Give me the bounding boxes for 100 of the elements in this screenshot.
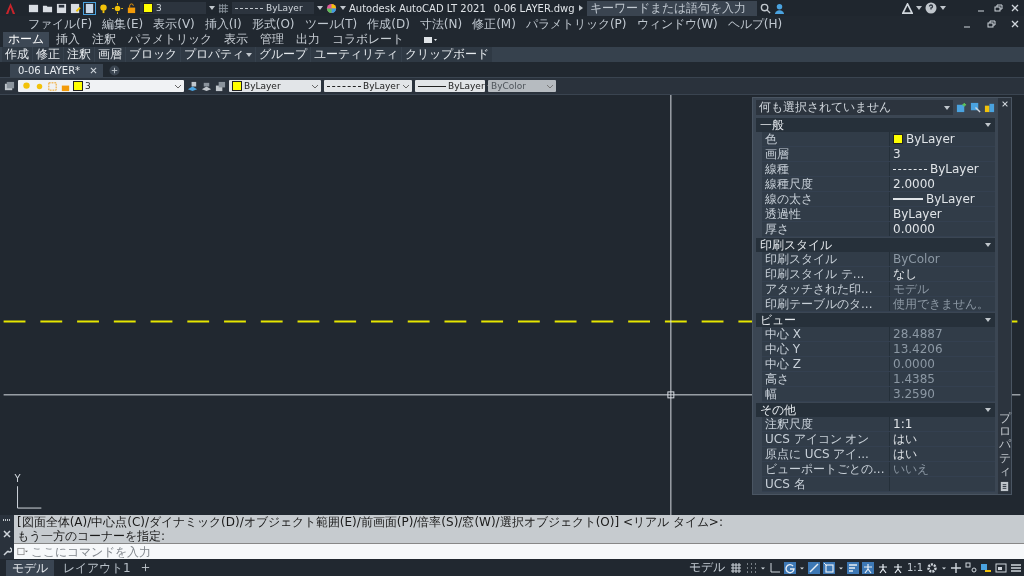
settings-icon[interactable] — [926, 561, 938, 574]
ribbon-panel-button[interactable]: プロパティ — [181, 47, 255, 62]
menu-item[interactable]: 形式(O) — [251, 16, 295, 32]
restore-icon[interactable] — [993, 3, 1003, 13]
menu-item[interactable]: ファイル(F) — [28, 16, 93, 32]
figure-icon[interactable] — [891, 561, 904, 574]
sun-icon[interactable] — [112, 2, 123, 14]
model-space-button[interactable]: モデル — [686, 559, 727, 576]
figure-icon[interactable] — [876, 561, 889, 574]
layout-tab[interactable]: レイアウト1 — [57, 559, 137, 576]
make-current-icon[interactable] — [187, 80, 198, 92]
ribbon-tab[interactable]: パラメトリック — [123, 32, 217, 47]
new-file-icon[interactable] — [28, 2, 39, 14]
caret-icon[interactable] — [985, 407, 991, 413]
section-header[interactable]: その他 — [756, 403, 995, 417]
caret-icon[interactable] — [985, 317, 991, 323]
layer-properties-icon[interactable] — [4, 80, 15, 92]
add-tab-icon[interactable] — [109, 65, 121, 76]
save-icon[interactable] — [56, 2, 67, 14]
layout-tab[interactable]: モデル — [6, 559, 54, 576]
document-tab[interactable]: 0-06 LAYER* — [10, 64, 104, 77]
ribbon-tab[interactable]: 出力 — [291, 32, 325, 47]
ribbon-tab[interactable]: 挿入 — [51, 32, 85, 47]
grip-icon[interactable] — [2, 518, 12, 523]
shapes-icon[interactable] — [965, 561, 977, 574]
layer-match-icon[interactable] — [201, 80, 212, 92]
plus-icon[interactable] — [950, 561, 962, 574]
property-value[interactable]: 3 — [890, 147, 995, 161]
ribbon-tab[interactable]: 管理 — [255, 32, 289, 47]
grid-icon[interactable] — [729, 561, 742, 574]
command-prompt-icon[interactable] — [17, 546, 28, 557]
ribbon-panel-button[interactable]: クリップボード — [402, 47, 492, 62]
menu-item[interactable]: ウィンドウ(W) — [636, 16, 718, 32]
menu-item[interactable]: ツール(T) — [304, 16, 358, 32]
circle-arrow-icon[interactable] — [783, 561, 796, 574]
property-value[interactable]: ByLayer — [890, 192, 995, 206]
property-value[interactable]: ByLayer — [890, 132, 995, 146]
search-field[interactable]: キーワードまたは語句を入力 — [586, 0, 757, 16]
right-angle-icon[interactable] — [768, 561, 781, 574]
ribbon-panel-button[interactable]: 修正 — [33, 47, 63, 62]
user-icon[interactable] — [773, 2, 785, 14]
quick-select-icon[interactable] — [984, 102, 995, 113]
restore-icon[interactable] — [986, 19, 996, 29]
pattern-icon[interactable] — [218, 2, 229, 14]
ribbon-panel-button[interactable]: 注釈 — [64, 47, 94, 62]
menu-item[interactable]: ヘルプ(H) — [727, 16, 783, 32]
screen-icon[interactable] — [995, 561, 1007, 574]
menu-icon[interactable] — [1010, 561, 1022, 574]
add-tab-icon[interactable] — [139, 562, 151, 573]
caret-icon[interactable] — [317, 5, 323, 11]
annotation-scale-button[interactable]: 1:1 — [906, 562, 923, 573]
color-dropdown[interactable]: ByLayer — [229, 80, 321, 92]
property-value[interactable]: なし — [890, 267, 995, 281]
ribbon-panel-button[interactable]: ブロック — [126, 47, 180, 62]
linetype-dropdown[interactable]: ByLayer — [324, 80, 412, 92]
ribbon-tab[interactable]: 注釈 — [87, 32, 121, 47]
lineweight-dropdown[interactable]: ByLayer — [415, 80, 485, 92]
property-value[interactable]: 2.0000 — [890, 177, 995, 191]
close-icon[interactable] — [2, 529, 12, 539]
color-wheel-icon[interactable] — [326, 2, 337, 14]
square-snap-icon[interactable] — [822, 561, 835, 574]
selection-dropdown[interactable]: 何も選択されていません — [756, 100, 953, 115]
menu-item[interactable]: 表示(V) — [153, 16, 195, 32]
lines-icon[interactable] — [846, 561, 859, 574]
palette-icon[interactable] — [999, 481, 1010, 492]
property-value[interactable]: 1:1 — [890, 417, 995, 431]
ribbon-panel-button[interactable]: ユーティリティ — [311, 47, 401, 62]
caret-icon[interactable] — [209, 5, 215, 11]
ribbon-panel-button[interactable]: グループ — [256, 47, 310, 62]
save-as-icon[interactable] — [70, 2, 81, 14]
caret-icon[interactable] — [577, 5, 584, 11]
layer-dropdown[interactable]: 3 — [140, 2, 206, 14]
monitor-icon[interactable] — [980, 561, 992, 574]
lightbulb-icon[interactable] — [98, 2, 109, 14]
close-icon[interactable] — [90, 67, 98, 74]
menu-item[interactable]: 編集(E) — [102, 16, 144, 32]
section-header[interactable]: 印刷スタイル — [756, 238, 995, 252]
property-value[interactable]: ByLayer — [890, 207, 995, 221]
printer-icon[interactable] — [84, 2, 95, 14]
search-icon[interactable] — [759, 2, 771, 14]
property-value[interactable]: ByLayer — [890, 162, 995, 176]
toggle-pickadd-icon[interactable] — [956, 102, 967, 113]
close-icon[interactable] — [1010, 3, 1020, 13]
linetype-dropdown[interactable]: ByLayer — [232, 2, 314, 14]
help-icon[interactable] — [925, 2, 937, 14]
panel-toggle-icon[interactable] — [423, 35, 437, 44]
caret-icon[interactable] — [985, 122, 991, 128]
menu-item[interactable]: 修正(M) — [472, 16, 516, 32]
ribbon-tab[interactable]: ホーム — [3, 32, 49, 47]
property-value[interactable]: はい — [890, 432, 995, 446]
caret-icon[interactable] — [985, 242, 991, 248]
logo-icon[interactable] — [4, 1, 17, 15]
section-header[interactable]: 一般 — [756, 118, 995, 132]
angle-icon[interactable] — [807, 561, 820, 574]
caret-icon[interactable] — [940, 5, 946, 11]
close-icon[interactable] — [1000, 100, 1009, 108]
wrench-icon[interactable] — [2, 545, 12, 556]
menu-item[interactable]: パラメトリック(P) — [525, 16, 627, 32]
ribbon-tab[interactable]: コラボレート — [327, 32, 409, 47]
dot-grid-icon[interactable] — [744, 561, 757, 574]
